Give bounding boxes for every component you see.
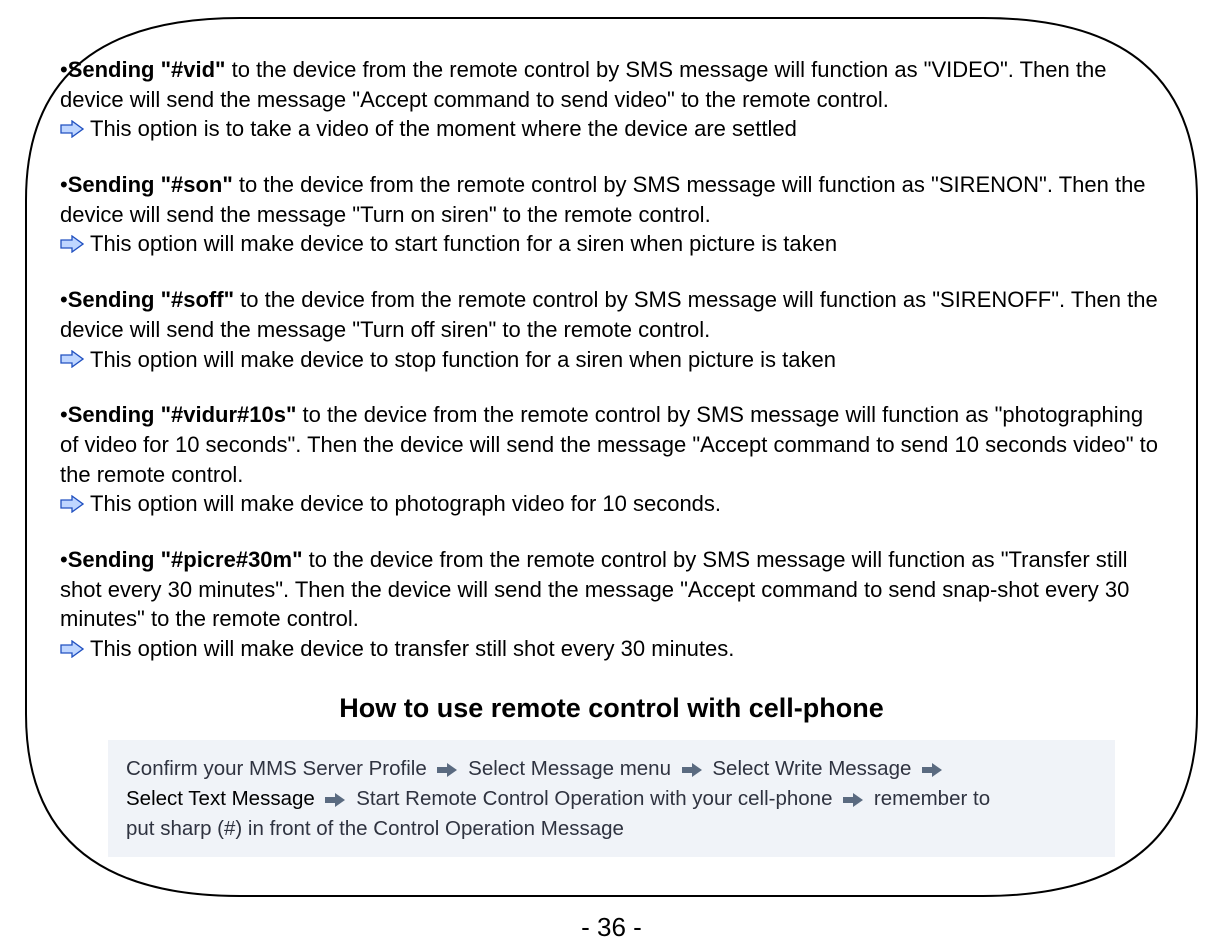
howto-step: Select Text Message [126,787,315,810]
arrow-right-icon [60,120,84,138]
command-description: •Sending "#picre#30m" to the device from… [60,545,1163,634]
content-area: •Sending "#vid" to the device from the r… [60,55,1163,857]
command-note: This option will make device to stop fun… [90,345,836,375]
arrow-right-icon [921,763,943,777]
arrow-right-icon [681,763,703,777]
command-section-son: •Sending "#son" to the device from the r… [60,170,1163,259]
command-description: •Sending "#vid" to the device from the r… [60,55,1163,114]
arrow-right-icon [60,640,84,658]
command-note: This option is to take a video of the mo… [90,114,797,144]
howto-step: remember to [874,787,990,810]
arrow-right-icon [60,350,84,368]
howto-step: Start Remote Control Operation with your… [356,787,832,810]
command-description: •Sending "#vidur#10s" to the device from… [60,400,1163,489]
howto-steps-box: Confirm your MMS Server Profile Select M… [108,740,1115,857]
command-section-soff: •Sending "#soff" to the device from the … [60,285,1163,374]
arrow-right-icon [842,793,864,807]
arrow-right-icon [60,495,84,513]
page-number: - 36 - [0,912,1223,943]
arrow-right-icon [60,235,84,253]
command-note: This option will make device to start fu… [90,229,837,259]
howto-heading: How to use remote control with cell-phon… [60,690,1163,726]
command-description: •Sending "#son" to the device from the r… [60,170,1163,229]
command-description: •Sending "#soff" to the device from the … [60,285,1163,344]
howto-step: put sharp (#) in front of the Control Op… [126,817,624,840]
howto-step: Confirm your MMS Server Profile [126,757,427,780]
command-section-picre: •Sending "#picre#30m" to the device from… [60,545,1163,664]
command-section-vidur: •Sending "#vidur#10s" to the device from… [60,400,1163,519]
command-note: This option will make device to photogra… [90,489,721,519]
command-note: This option will make device to transfer… [90,634,734,664]
howto-step: Select Message menu [468,757,671,780]
command-section-vid: •Sending "#vid" to the device from the r… [60,55,1163,144]
arrow-right-icon [436,763,458,777]
arrow-right-icon [324,793,346,807]
howto-step: Select Write Message [712,757,911,780]
